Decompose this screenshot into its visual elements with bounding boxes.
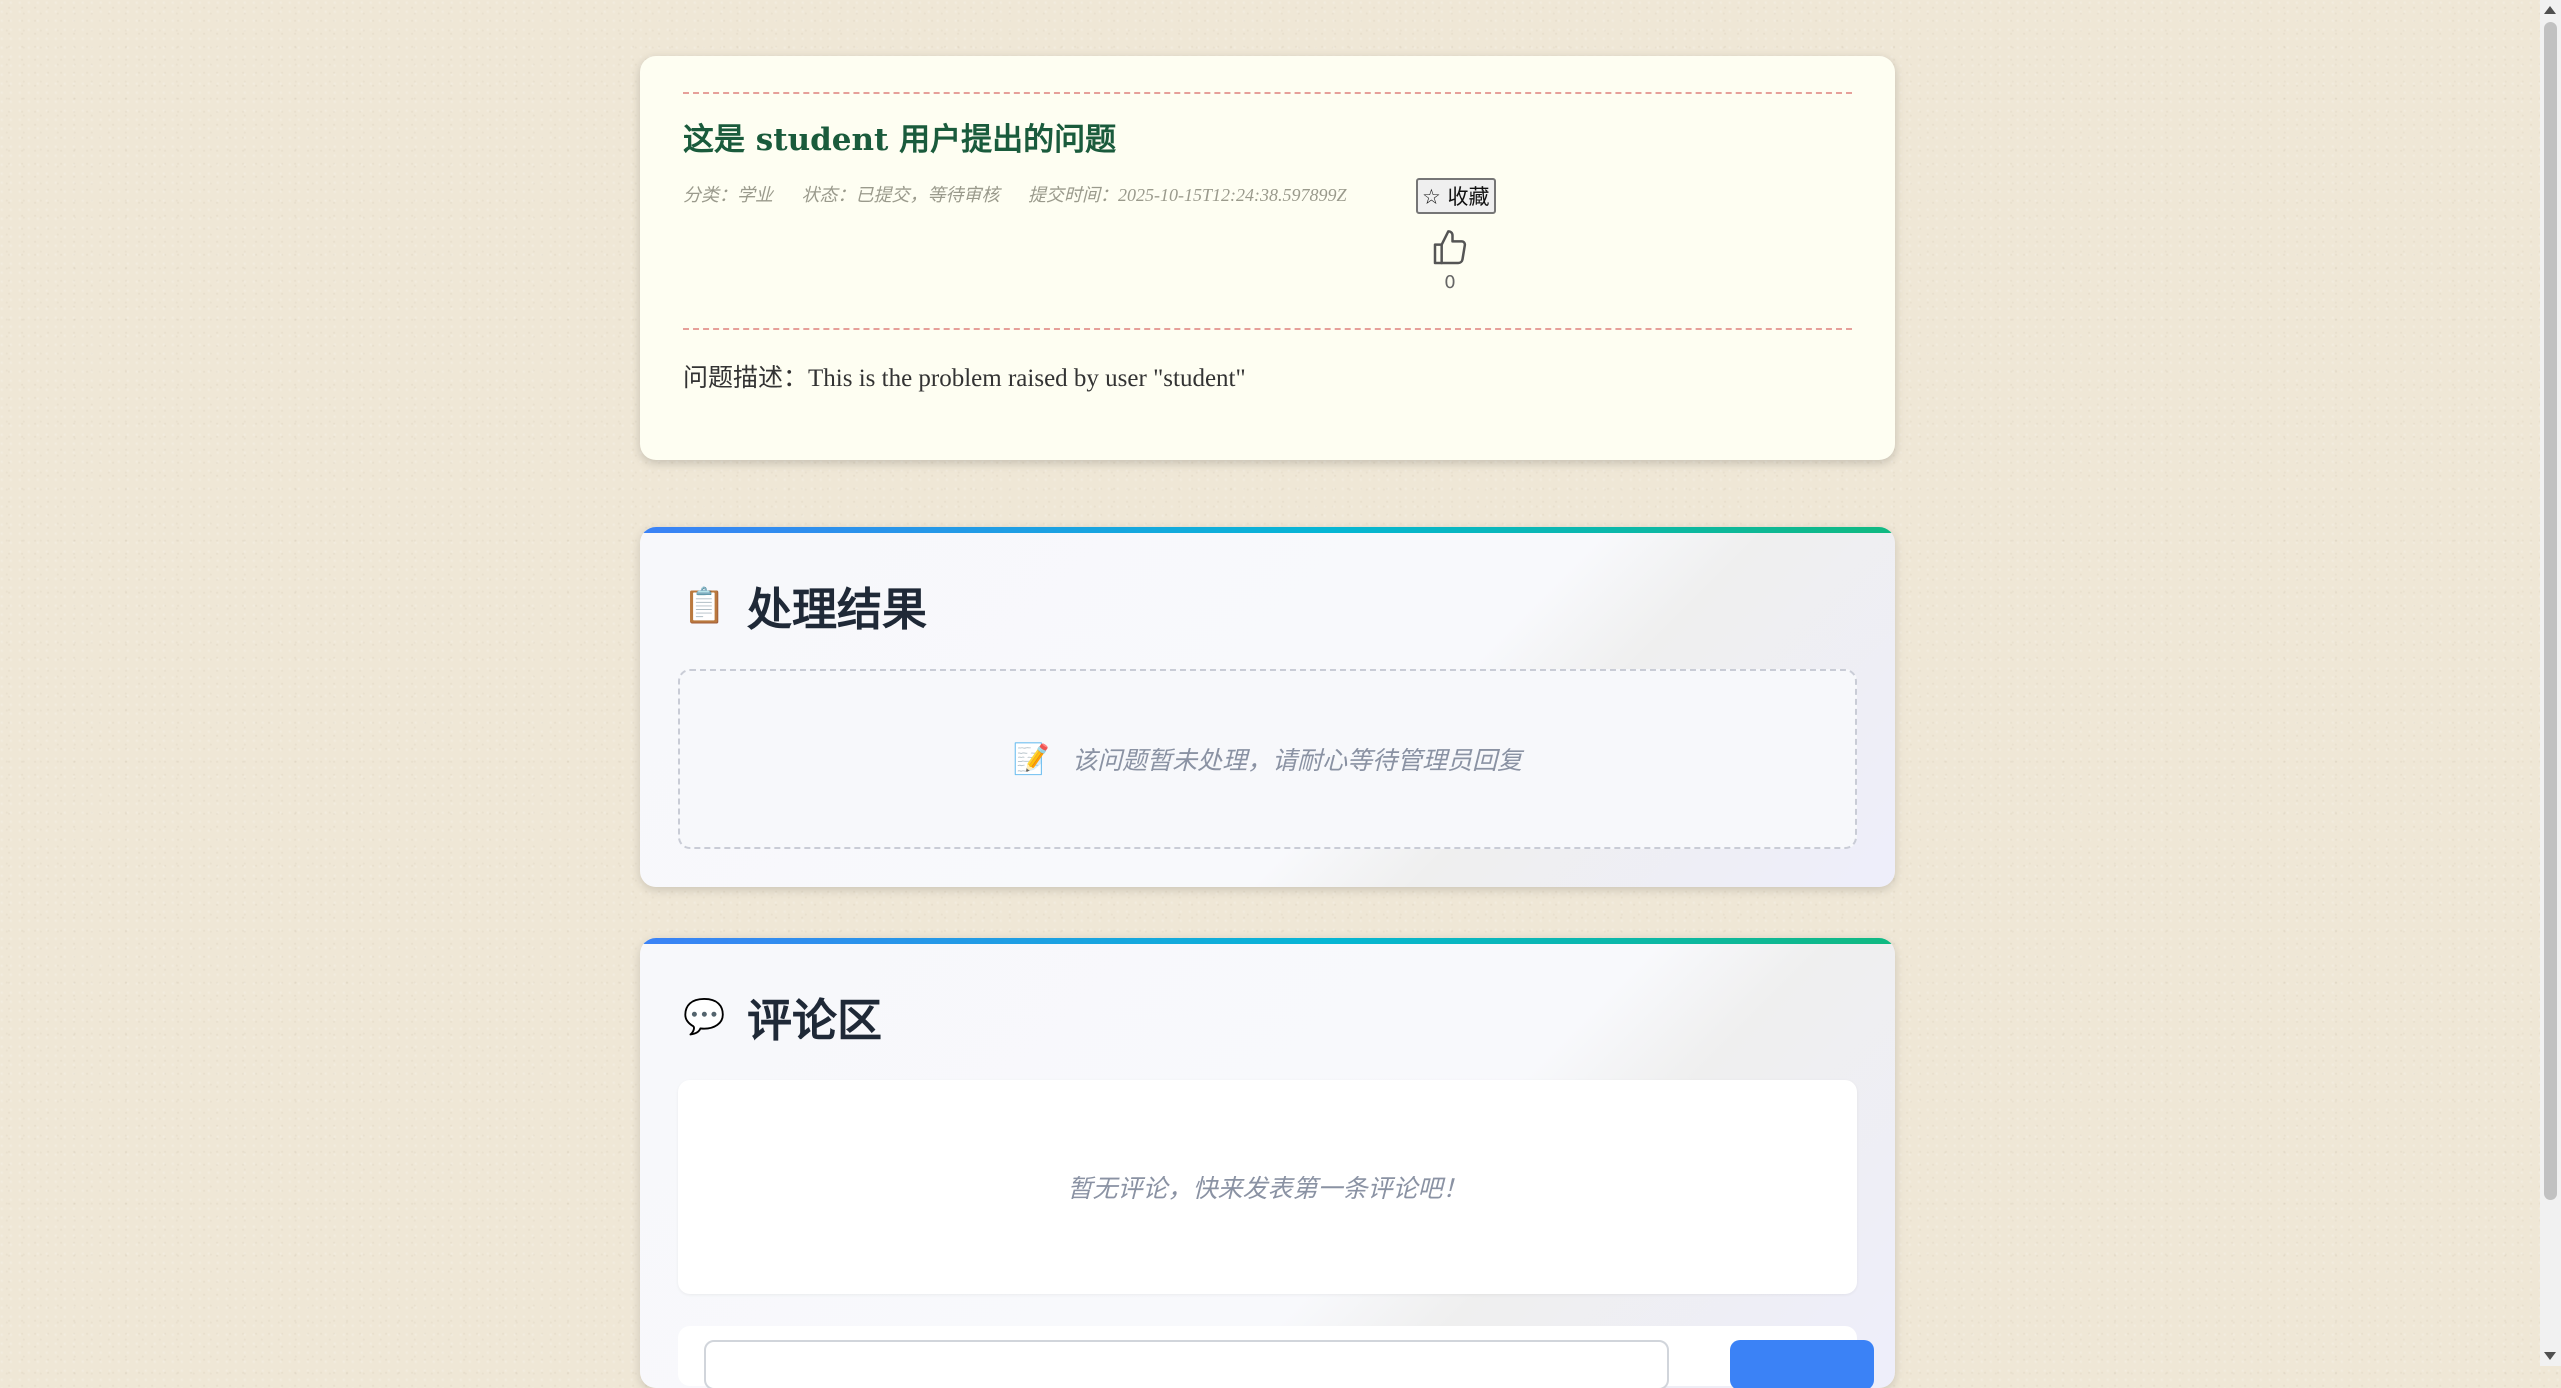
question-meta: 分类：学业 状态：已提交，等待审核 提交时间：2025-10-15T12:24:… [683, 181, 1371, 207]
comment-input[interactable] [704, 1340, 1669, 1388]
question-description: 问题描述：This is the problem raised by user … [683, 365, 1246, 392]
comments-empty-text: 暂无评论，快来发表第一条评论吧！ [1067, 1174, 1468, 1203]
thumbs-up-icon[interactable] [1430, 228, 1470, 268]
section-header: 📋 处理结果 [683, 573, 927, 638]
question-submit-time: 提交时间：2025-10-15T12:24:38.597899Z [1028, 185, 1347, 205]
question-title: 这是 student 用户提出的问题 [683, 122, 1117, 158]
divider [683, 92, 1852, 94]
question-category: 分类：学业 [683, 185, 773, 205]
scroll-up-arrow-icon[interactable] [2544, 6, 2556, 14]
memo-icon: 📝 [1012, 741, 1051, 777]
scroll-down-arrow-icon[interactable] [2544, 1352, 2556, 1360]
comments-list: 暂无评论，快来发表第一条评论吧！ [678, 1080, 1857, 1294]
comment-form [678, 1326, 1874, 1388]
clipboard-icon: 📋 [683, 585, 726, 626]
like-count: 0 [1444, 272, 1456, 293]
result-section: 📋 处理结果 📝 该问题暂未处理，请耐心等待管理员回复 [640, 527, 1895, 887]
comment-submit-button[interactable] [1730, 1340, 1874, 1388]
question-status: 状态：已提交，等待审核 [801, 185, 1000, 205]
result-empty-state: 📝 该问题暂未处理，请耐心等待管理员回复 [678, 669, 1857, 849]
page: 这是 student 用户提出的问题 分类：学业 状态：已提交，等待审核 提交时… [0, 0, 2540, 1388]
result-empty-text: 该问题暂未处理，请耐心等待管理员回复 [1072, 746, 1523, 775]
comments-section: 💬 评论区 暂无评论，快来发表第一条评论吧！ [640, 938, 1895, 1388]
scrollbar[interactable] [2540, 0, 2561, 1366]
section-accent-bar [640, 938, 1895, 944]
section-accent-bar [640, 527, 1895, 533]
section-title: 评论区 [747, 994, 883, 1047]
like-button[interactable]: 0 [1428, 228, 1472, 293]
section-title: 处理结果 [747, 583, 928, 636]
divider [683, 328, 1852, 330]
speech-bubble-icon: 💬 [683, 996, 726, 1037]
favorite-button[interactable]: ☆ 收藏 [1416, 178, 1496, 214]
scrollbar-thumb[interactable] [2544, 22, 2557, 1200]
question-card: 这是 student 用户提出的问题 分类：学业 状态：已提交，等待审核 提交时… [640, 56, 1895, 460]
section-header: 💬 评论区 [683, 984, 882, 1049]
